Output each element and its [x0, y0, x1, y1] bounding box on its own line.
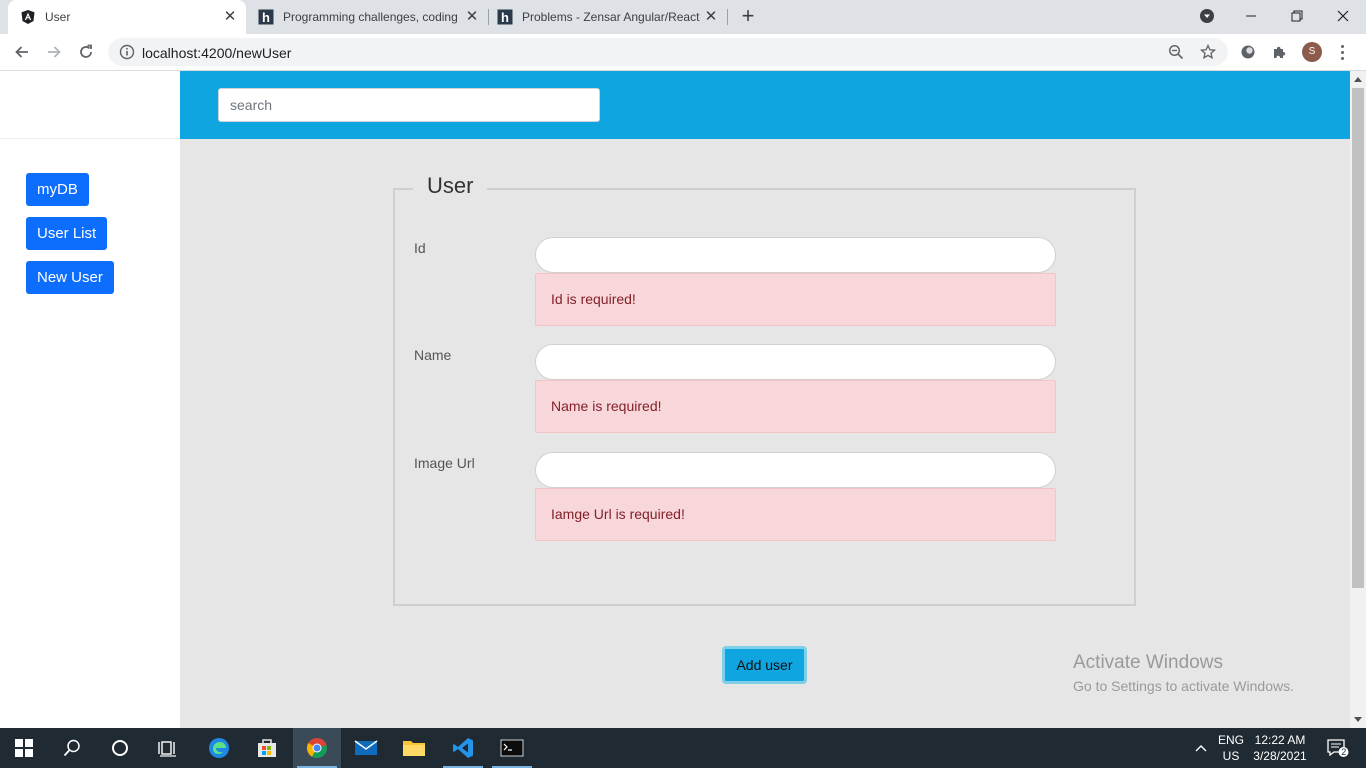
vertical-scrollbar[interactable]	[1350, 71, 1366, 728]
close-icon[interactable]: ✕	[703, 9, 719, 25]
notifications-button[interactable]: 2	[1318, 728, 1358, 768]
back-arrow-icon	[15, 46, 28, 58]
clock-time: 12:22 AM	[1254, 733, 1306, 747]
notification-count: 2	[1341, 747, 1346, 757]
browser-toolbar: localhost:4200/newUser S	[0, 34, 1366, 71]
terminal-icon	[500, 739, 524, 757]
sidebar-item-new-user[interactable]: New User	[26, 261, 114, 294]
forward-button[interactable]	[42, 40, 66, 64]
language-indicator[interactable]: ENG US	[1214, 732, 1248, 764]
scrollbar-thumb[interactable]	[1352, 88, 1364, 588]
sidebar-item-user-list[interactable]: User List	[26, 217, 108, 250]
svg-text:h: h	[262, 10, 270, 25]
id-error-alert: Id is required!	[535, 273, 1056, 326]
sidebar: myDB User List New User	[0, 71, 180, 728]
taskbar-vscode[interactable]	[439, 728, 487, 768]
taskbar-edge[interactable]	[195, 728, 243, 768]
language-code: ENG	[1217, 733, 1244, 747]
watermark-title: Activate Windows	[1073, 652, 1223, 673]
close-icon[interactable]: ✕	[464, 9, 480, 25]
tab-search-button[interactable]	[1184, 0, 1230, 32]
bookmark-star-icon[interactable]	[1199, 43, 1217, 61]
mail-icon	[354, 740, 378, 755]
taskbar-mail[interactable]	[342, 728, 390, 768]
edge-icon	[209, 738, 229, 758]
back-button[interactable]	[10, 40, 34, 64]
start-button[interactable]	[0, 728, 48, 768]
taskbar-store[interactable]	[243, 728, 291, 768]
tab-separator	[727, 9, 728, 25]
folder-icon	[403, 741, 425, 756]
search-input[interactable]: search	[218, 88, 600, 122]
image-url-label: Image Url	[414, 455, 475, 471]
activation-watermark: Activate Windows Go to Settings to activ…	[1073, 652, 1294, 694]
store-icon	[258, 739, 276, 757]
chrome-icon	[306, 738, 327, 759]
tab-title: User	[45, 10, 71, 24]
clock-date: 3/28/2021	[1253, 749, 1307, 763]
cortana-button[interactable]	[96, 728, 144, 768]
vscode-icon	[453, 738, 473, 758]
taskbar-chrome[interactable]	[293, 728, 341, 768]
task-view-icon	[158, 741, 176, 757]
zoom-icon[interactable]	[1167, 43, 1185, 61]
tab-title: Problems - Zensar Angular/React	[522, 10, 700, 24]
close-icon[interactable]: ✕	[222, 9, 238, 25]
info-icon	[119, 44, 135, 60]
name-label: Name	[414, 347, 452, 363]
more-menu-icon[interactable]	[1336, 42, 1348, 62]
id-label: Id	[414, 240, 426, 256]
main-content: User Id Id is required! Name Name is req…	[180, 139, 1350, 728]
svg-text:h: h	[501, 10, 509, 25]
notification-icon: 2	[1327, 739, 1349, 757]
add-user-button[interactable]: Add user	[722, 646, 807, 684]
name-error-alert: Name is required!	[535, 380, 1056, 433]
chevron-up-icon	[1195, 745, 1207, 752]
close-window-button[interactable]	[1320, 0, 1366, 32]
cortana-icon	[112, 740, 128, 756]
address-bar[interactable]: localhost:4200/newUser	[108, 38, 1228, 66]
name-field[interactable]	[535, 344, 1056, 380]
language-region: US	[1222, 749, 1240, 763]
sidebar-item-mydb[interactable]: myDB	[26, 173, 89, 206]
windows-taskbar: ENG US 12:22 AM 3/28/2021 2	[0, 728, 1366, 768]
page-viewport: myDB User List New User search User Id I…	[0, 71, 1350, 728]
search-icon	[63, 739, 80, 757]
windows-logo-icon	[15, 739, 33, 757]
task-view-button[interactable]	[144, 728, 192, 768]
chevron-down-icon	[1200, 9, 1214, 23]
tab-problems-zensar[interactable]: h Problems - Zensar Angular/React ✕	[489, 0, 727, 34]
scroll-up-icon[interactable]	[1350, 71, 1366, 87]
clock[interactable]: 12:22 AM 3/28/2021	[1252, 732, 1308, 764]
header-bar: search	[180, 71, 1350, 139]
profile-avatar[interactable]: S	[1302, 42, 1322, 62]
taskbar-file-explorer[interactable]	[390, 728, 438, 768]
watermark-subtitle: Go to Settings to activate Windows.	[1073, 678, 1294, 694]
image-url-error-alert: Iamge Url is required!	[535, 488, 1056, 541]
image-url-field[interactable]	[535, 452, 1056, 488]
reload-button[interactable]	[74, 40, 98, 64]
puzzle-icon[interactable]	[1270, 42, 1290, 62]
form-legend: User	[413, 173, 488, 199]
sidebar-header	[0, 71, 180, 139]
forward-arrow-icon	[48, 46, 61, 58]
tab-title: Programming challenges, coding	[283, 10, 458, 24]
user-form-fieldset: User Id Id is required! Name Name is req…	[393, 173, 1136, 606]
new-tab-button[interactable]: +	[737, 5, 759, 28]
extension-circle-icon[interactable]	[1238, 42, 1258, 62]
tab-strip: User ✕ h Programming challenges, coding …	[0, 0, 1366, 34]
angular-icon	[20, 9, 36, 25]
tab-programming-challenges[interactable]: h Programming challenges, coding ✕	[250, 0, 488, 34]
search-button[interactable]	[48, 728, 96, 768]
minimize-button[interactable]	[1228, 0, 1274, 32]
tab-user[interactable]: User ✕	[8, 0, 246, 34]
taskbar-terminal[interactable]	[488, 728, 536, 768]
url-text: localhost:4200/newUser	[142, 45, 292, 61]
scroll-down-icon[interactable]	[1350, 712, 1366, 728]
reload-icon	[80, 44, 92, 58]
hackerearth-icon: h	[258, 9, 274, 25]
restore-button[interactable]	[1274, 0, 1320, 32]
hackerearth-icon: h	[497, 9, 513, 25]
id-field[interactable]	[535, 237, 1056, 273]
